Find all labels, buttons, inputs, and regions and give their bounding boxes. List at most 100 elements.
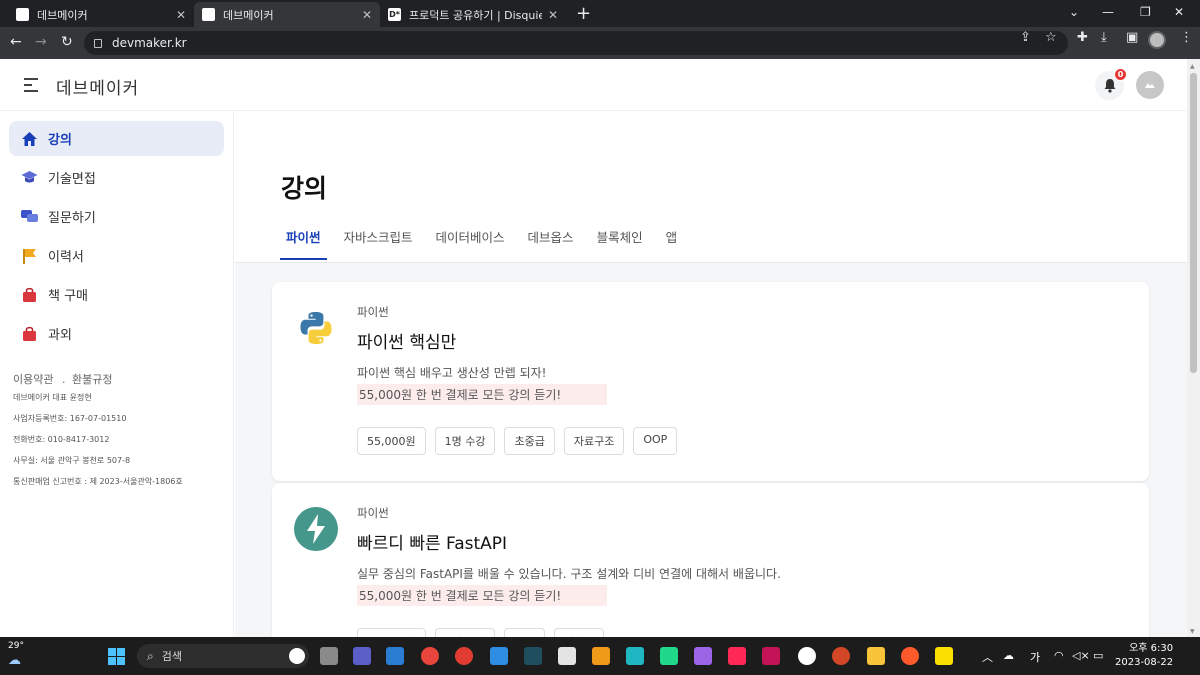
sidebar-item-label: 질문하기: [48, 211, 96, 226]
tab-search-icon[interactable]: ⌄: [1069, 5, 1079, 19]
close-window-icon[interactable]: ✕: [1174, 5, 1184, 19]
close-icon[interactable]: ✕: [176, 8, 186, 22]
browser-tab-active[interactable]: 데브메이커 ✕: [194, 2, 380, 27]
tab-python[interactable]: 파이썬: [280, 223, 327, 260]
sidebar: 강의 기술면접 질문하기 이력서 책 구매 과외 이용약관 . 환불규정 데브메…: [0, 111, 234, 637]
browser-tab[interactable]: D* 프로덕트 공유하기 | Disquiet* ✕: [380, 2, 566, 27]
restore-icon[interactable]: ❐: [1140, 5, 1151, 19]
chrome-icon[interactable]: [421, 647, 439, 665]
volume-icon[interactable]: ◁×: [1072, 649, 1090, 662]
datagrip-icon[interactable]: [694, 647, 712, 665]
tab-devops[interactable]: 데브옵스: [522, 223, 580, 260]
browser-tab-title: 프로덕트 공유하기 | Disquiet*: [409, 8, 542, 22]
teams-icon[interactable]: [353, 647, 371, 665]
course-tags: 55,000원 1명 수강 초중급 자료구조 OOP: [357, 427, 686, 455]
terms-link[interactable]: 이용약관: [13, 373, 53, 386]
minimize-icon[interactable]: —: [1102, 5, 1114, 19]
course-title[interactable]: 파이썬 핵심만: [357, 328, 456, 353]
tab-database[interactable]: 데이터베이스: [430, 223, 511, 260]
sidebar-item-label: 과외: [48, 328, 72, 343]
page-favicon-icon: [16, 8, 29, 21]
sidebar-item-tutoring[interactable]: 과외: [9, 316, 224, 351]
kakaotalk-icon[interactable]: [935, 647, 953, 665]
powerpoint-icon[interactable]: [832, 647, 850, 665]
sidebar-item-questions[interactable]: 질문하기: [9, 199, 224, 234]
address-bar[interactable]: devmaker.kr: [84, 31, 1068, 55]
app-icon[interactable]: [901, 647, 919, 665]
taskbar-search[interactable]: ⌕ 검색: [137, 644, 309, 668]
sidebar-item-resume[interactable]: 이력서: [9, 238, 224, 273]
graduation-cap-icon: [21, 169, 38, 186]
footer-separator: .: [61, 373, 66, 386]
terminal-icon[interactable]: [524, 647, 542, 665]
back-icon[interactable]: ←: [10, 34, 22, 50]
windows-taskbar: 29° ☁ ⌕ 검색 ︿ ☁ 가 ◠ ◁× ▭ 오후 6:30 2023-08-…: [0, 637, 1200, 675]
scroll-up-icon[interactable]: ▲: [1190, 63, 1195, 70]
company-info-line: 사업자등록번호: 167-07-01510: [13, 414, 127, 423]
intellij-icon[interactable]: [728, 647, 746, 665]
browser-menu-icon[interactable]: ⋮: [1180, 30, 1193, 45]
bookmark-star-icon[interactable]: ☆: [1045, 30, 1057, 45]
avatar-placeholder-icon: [1145, 83, 1155, 88]
scroll-thumb[interactable]: [1190, 73, 1197, 373]
course-title[interactable]: 빠르디 빠른 FastAPI: [357, 529, 507, 554]
cloud-icon: ☁: [8, 653, 21, 668]
notification-count-badge: 0: [1114, 68, 1127, 81]
ime-indicator[interactable]: 가: [1030, 649, 1040, 665]
mail-icon[interactable]: [386, 647, 404, 665]
share-icon[interactable]: ⇪: [1020, 30, 1031, 45]
webstorm-icon[interactable]: [626, 647, 644, 665]
tag-topic: 자료구조: [563, 427, 625, 455]
tab-javascript[interactable]: 자바스크립트: [338, 223, 419, 260]
refund-policy-link[interactable]: 환불규정: [72, 373, 112, 386]
company-info-line: 전화번호: 010-8417-3012: [13, 435, 110, 444]
disquiet-favicon-icon: D*: [388, 8, 401, 21]
tab-app[interactable]: 앱: [660, 223, 684, 260]
tab-blockchain[interactable]: 블록체인: [591, 223, 649, 260]
chat-bubbles-icon: [21, 208, 38, 225]
home-icon: [21, 130, 38, 147]
sidebar-item-books[interactable]: 책 구매: [9, 277, 224, 312]
page-favicon-icon: [202, 8, 215, 21]
rider-icon[interactable]: [762, 647, 780, 665]
sidebar-item-lectures[interactable]: 강의: [9, 121, 224, 156]
weather-widget[interactable]: 29° ☁: [8, 641, 24, 668]
hamburger-menu-icon[interactable]: [24, 78, 38, 96]
new-tab-icon[interactable]: +: [576, 3, 591, 24]
side-panel-icon[interactable]: ▣: [1126, 30, 1138, 45]
shopping-bag-icon: [21, 286, 38, 303]
reload-icon[interactable]: ↻: [61, 34, 73, 50]
start-menu-icon[interactable]: [108, 648, 125, 665]
page-scrollbar[interactable]: ▲ ▼: [1187, 59, 1200, 637]
sublime-icon[interactable]: [592, 647, 610, 665]
browser-profile-avatar[interactable]: [1148, 31, 1166, 49]
file-explorer-icon[interactable]: [867, 647, 885, 665]
course-category: 파이썬: [357, 506, 389, 520]
site-logo[interactable]: 데브메이커: [56, 74, 139, 99]
download-icon[interactable]: ⤓: [1101, 30, 1107, 45]
close-icon[interactable]: ✕: [548, 8, 558, 22]
notepad-icon[interactable]: [558, 647, 576, 665]
scroll-down-icon[interactable]: ▼: [1190, 628, 1195, 635]
vscode-icon[interactable]: [490, 647, 508, 665]
browser-tab[interactable]: 데브메이커 ✕: [8, 2, 194, 27]
shopping-bag-icon: [21, 325, 38, 342]
close-icon[interactable]: ✕: [362, 8, 372, 22]
whale-browser-icon[interactable]: [455, 647, 473, 665]
course-card[interactable]: 파이썬 파이썬 핵심만 파이썬 핵심 배우고 생산성 만렙 되자! 55,000…: [272, 282, 1149, 481]
extensions-icon[interactable]: ✚: [1077, 30, 1088, 45]
tray-chevron-icon[interactable]: ︿: [982, 649, 993, 665]
taskbar-clock[interactable]: 오후 6:30 2023-08-22: [1115, 642, 1173, 670]
pycharm-icon[interactable]: [660, 647, 678, 665]
wifi-icon[interactable]: ◠: [1054, 649, 1064, 662]
battery-icon[interactable]: ▭: [1093, 649, 1103, 662]
cloud-icon[interactable]: ☁: [1003, 649, 1014, 662]
forward-icon[interactable]: →: [35, 34, 47, 50]
user-avatar[interactable]: [1136, 71, 1164, 99]
fastapi-logo-icon: [294, 507, 338, 551]
app-icon[interactable]: [798, 647, 816, 665]
sidebar-item-interview[interactable]: 기술면접: [9, 160, 224, 195]
course-promo: 55,000원 한 번 결제로 모든 강의 듣기!: [357, 384, 607, 405]
sidebar-item-label: 강의: [48, 133, 72, 148]
task-view-icon[interactable]: [320, 647, 338, 665]
